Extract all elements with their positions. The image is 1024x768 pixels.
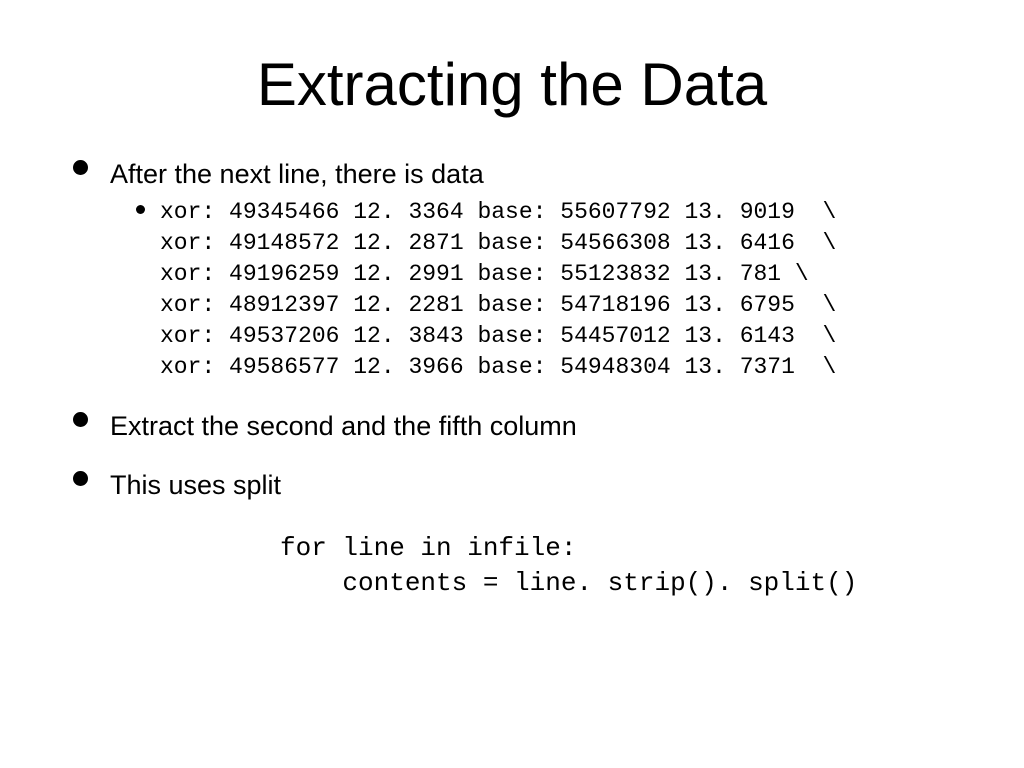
slide: Extracting the Data After the next line,…	[0, 0, 1024, 768]
bullet-list: After the next line, there is data xor: …	[50, 159, 974, 501]
data-table-item: xor: 49345466 12. 3364 base: 55607792 13…	[160, 192, 974, 383]
slide-title: Extracting the Data	[50, 50, 974, 119]
bullet-1-text: After the next line, there is data	[110, 159, 484, 189]
bullet-3: This uses split	[110, 470, 974, 501]
sub-list: xor: 49345466 12. 3364 base: 55607792 13…	[110, 192, 974, 383]
data-table: xor: 49345466 12. 3364 base: 55607792 13…	[160, 197, 974, 383]
code-snippet: for line in infile: contents = line. str…	[280, 531, 974, 601]
bullet-2-text: Extract the second and the fifth column	[110, 411, 577, 441]
bullet-2: Extract the second and the fifth column	[110, 411, 974, 442]
bullet-1: After the next line, there is data xor: …	[110, 159, 974, 383]
bullet-3-text: This uses split	[110, 470, 281, 500]
